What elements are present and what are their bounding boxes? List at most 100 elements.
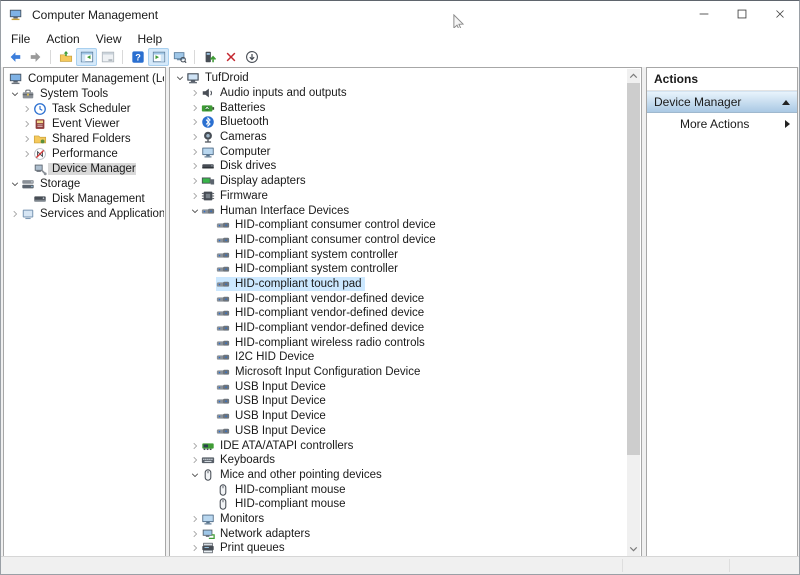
tree-item[interactable]: System Tools (5, 86, 164, 101)
tree-item[interactable]: HID-compliant consumer control device (171, 233, 627, 248)
tree-item[interactable]: Services and Applications (5, 206, 164, 221)
chevron-right-icon[interactable] (188, 117, 201, 127)
tree-item[interactable]: HID-compliant system controller (171, 262, 627, 277)
tree-item[interactable]: Network adapters (171, 526, 627, 541)
help-button[interactable]: ? (127, 48, 148, 66)
chevron-right-icon[interactable] (188, 455, 201, 465)
tree-item[interactable]: TufDroid (171, 71, 627, 86)
chevron-right-icon[interactable] (21, 134, 33, 144)
actions-section-device-manager[interactable]: Device Manager (647, 91, 797, 113)
chevron-right-icon[interactable] (188, 176, 201, 186)
tree-item[interactable]: HID-compliant vendor-defined device (171, 321, 627, 336)
menu-file[interactable]: File (3, 29, 38, 48)
scroll-up-button[interactable] (627, 69, 640, 83)
tree-item[interactable]: IDE ATA/ATAPI controllers (171, 438, 627, 453)
chevron-right-icon[interactable] (188, 441, 201, 451)
tree-item[interactable]: Human Interface Devices (171, 203, 627, 218)
chevron-right-icon[interactable] (21, 149, 33, 159)
properties-button[interactable] (97, 48, 118, 66)
show-action-pane-button[interactable] (148, 48, 169, 66)
menu-view[interactable]: View (88, 29, 130, 48)
tree-item[interactable]: Shared Folders (5, 131, 164, 146)
tree-item[interactable]: HID-compliant consumer control device (171, 218, 627, 233)
tree-item[interactable]: HID-compliant vendor-defined device (171, 291, 627, 306)
chevron-down-icon[interactable] (173, 73, 186, 83)
chevron-right-icon[interactable] (188, 103, 201, 113)
tree-item[interactable]: Display adapters (171, 174, 627, 189)
tree-item[interactable]: Keyboards (171, 453, 627, 468)
tree-item[interactable]: HID-compliant vendor-defined device (171, 306, 627, 321)
chevron-right-icon[interactable] (21, 119, 33, 129)
chevron-right-icon[interactable] (21, 104, 33, 114)
chevron-down-icon[interactable] (9, 89, 21, 99)
more-actions-item[interactable]: More Actions (647, 113, 797, 134)
hid-icon (216, 218, 231, 232)
chevron-down-icon[interactable] (9, 179, 21, 189)
computer-icon (186, 71, 201, 85)
tree-item[interactable]: Audio inputs and outputs (171, 86, 627, 101)
tree-item[interactable]: HID-compliant wireless radio controls (171, 335, 627, 350)
tree-item[interactable]: Cameras (171, 130, 627, 145)
scrollbar-thumb[interactable] (627, 83, 640, 455)
chevron-right-icon[interactable] (188, 161, 201, 171)
chevron-right-icon[interactable] (188, 529, 201, 539)
forward-button[interactable] (25, 48, 46, 66)
up-level-button[interactable] (55, 48, 76, 66)
chevron-right-icon[interactable] (188, 514, 201, 524)
tree-item[interactable]: Device Manager (5, 161, 164, 176)
tree-item-content: Task Scheduler (33, 102, 134, 116)
tree-item[interactable]: I2C HID Device (171, 350, 627, 365)
tree-item-label: Keyboards (220, 454, 275, 467)
chevron-right-icon[interactable] (188, 191, 201, 201)
tree-item[interactable]: HID-compliant mouse (171, 482, 627, 497)
tree-item[interactable]: Storage (5, 176, 164, 191)
tree-item-label: TufDroid (205, 72, 249, 85)
tree-item[interactable]: Disk Management (5, 191, 164, 206)
tree-item[interactable]: Bluetooth (171, 115, 627, 130)
tree-item[interactable]: Performance (5, 146, 164, 161)
tree-item[interactable]: HID-compliant system controller (171, 247, 627, 262)
tree-item[interactable]: Mice and other pointing devices (171, 468, 627, 483)
tree-item[interactable]: Task Scheduler (5, 101, 164, 116)
chevron-right-icon[interactable] (188, 543, 201, 553)
update-driver-button[interactable] (199, 48, 220, 66)
chevron-right-icon[interactable] (188, 132, 201, 142)
vertical-scrollbar[interactable] (627, 69, 640, 556)
uninstall-device-icon (224, 50, 238, 64)
status-bar (1, 556, 799, 574)
tree-item[interactable]: USB Input Device (171, 424, 627, 439)
scroll-down-button[interactable] (627, 542, 640, 556)
tree-item[interactable]: USB Input Device (171, 409, 627, 424)
close-button[interactable] (761, 1, 799, 29)
disable-device-button[interactable] (241, 48, 262, 66)
tree-item[interactable]: USB Input Device (171, 379, 627, 394)
tree-item-label: Shared Folders (52, 132, 131, 145)
show-console-tree-button[interactable] (76, 48, 97, 66)
collapse-section-icon[interactable] (782, 99, 790, 105)
tree-item[interactable]: HID-compliant touch pad (171, 276, 627, 292)
menu-action[interactable]: Action (38, 29, 87, 48)
tree-item[interactable]: Computer Management (Local) (5, 71, 164, 86)
tree-item[interactable]: Disk drives (171, 159, 627, 174)
tree-item[interactable]: HID-compliant mouse (171, 497, 627, 512)
tree-item[interactable]: Firmware (171, 189, 627, 204)
scan-hardware-changes-button[interactable] (169, 48, 190, 66)
tree-item[interactable]: Monitors (171, 512, 627, 527)
tree-item[interactable]: USB Input Device (171, 394, 627, 409)
tree-item[interactable]: Microsoft Input Configuration Device (171, 365, 627, 380)
ide-icon (201, 439, 216, 453)
uninstall-device-button[interactable] (220, 48, 241, 66)
chevron-right-icon[interactable] (9, 209, 21, 219)
chevron-right-icon[interactable] (188, 88, 201, 98)
tree-item[interactable]: Event Viewer (5, 116, 164, 131)
chevron-down-icon[interactable] (188, 206, 201, 216)
maximize-button[interactable] (723, 1, 761, 29)
chevron-down-icon[interactable] (188, 470, 201, 480)
chevron-right-icon[interactable] (188, 147, 201, 157)
minimize-button[interactable] (685, 1, 723, 29)
tree-item[interactable]: Print queues (171, 541, 627, 556)
tree-item[interactable]: Computer (171, 144, 627, 159)
back-button[interactable] (4, 48, 25, 66)
menu-help[interactable]: Help (130, 29, 171, 48)
tree-item[interactable]: Batteries (171, 100, 627, 115)
